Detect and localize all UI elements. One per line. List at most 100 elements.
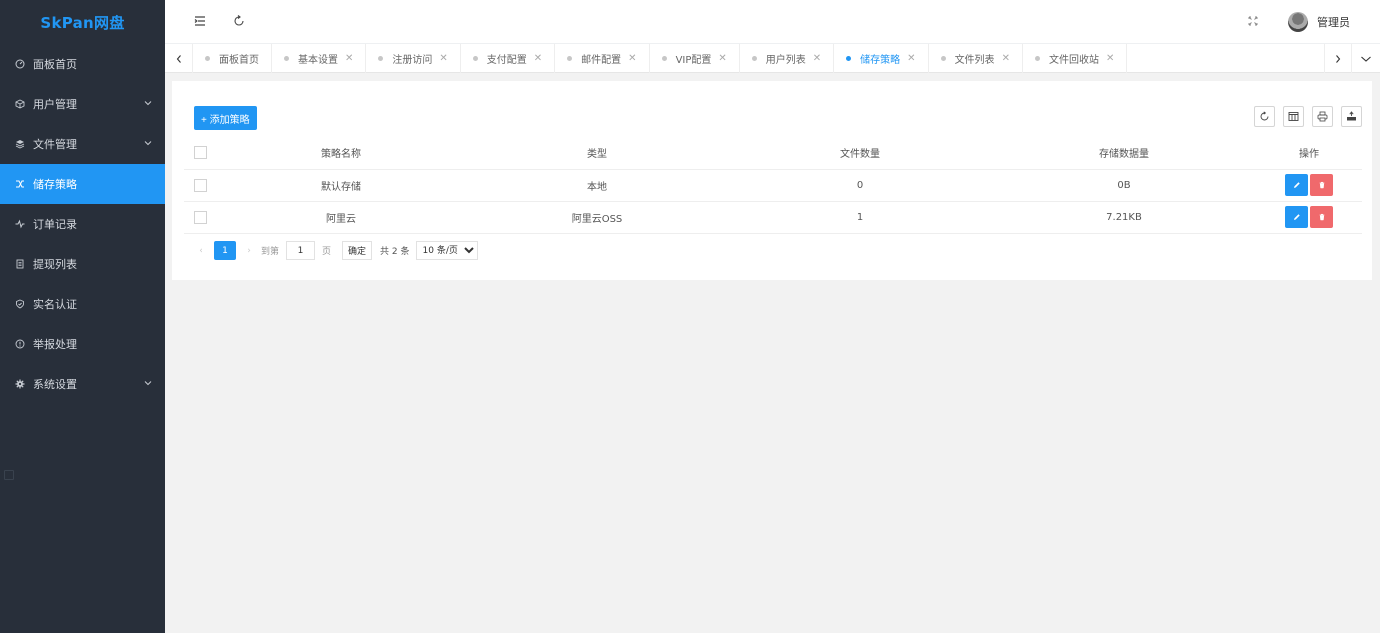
- current-page-button[interactable]: 1: [214, 241, 236, 260]
- tab-dashboard[interactable]: 面板首页: [193, 44, 272, 73]
- tabs-scroll-left-button[interactable]: [165, 44, 193, 73]
- tabs-scroll-right-button[interactable]: [1324, 44, 1352, 73]
- shield-check-icon: [15, 299, 25, 309]
- sidebar-item-label: 用户管理: [33, 98, 77, 111]
- close-icon[interactable]: ✕: [813, 53, 821, 64]
- tab-storage-policy[interactable]: 储存策略 ✕: [834, 44, 929, 73]
- storage-size: 0B: [992, 169, 1256, 202]
- tab-label: 支付配置: [486, 55, 527, 66]
- table-row[interactable]: 阿里云 阿里云OSS 1 7.21KB: [184, 201, 1362, 234]
- tabs-menu-button[interactable]: [1352, 44, 1380, 73]
- menu-collapse-icon[interactable]: [193, 14, 207, 28]
- tab-dot: [846, 56, 852, 61]
- sidebar-item-label: 文件管理: [33, 138, 77, 151]
- document-icon: [15, 259, 25, 269]
- tab-register-access[interactable]: 注册访问 ✕: [366, 44, 461, 73]
- tab-dot: [567, 56, 573, 61]
- print-button[interactable]: [1312, 106, 1333, 127]
- columns-button[interactable]: [1283, 106, 1304, 127]
- columns-icon: [1288, 112, 1299, 121]
- row-checkbox[interactable]: [193, 210, 207, 224]
- close-icon[interactable]: ✕: [628, 53, 636, 64]
- row-checkbox[interactable]: [193, 178, 207, 192]
- sidebar-item-orders[interactable]: 订单记录: [0, 204, 165, 244]
- sidebar-item-reports[interactable]: 举报处理: [0, 324, 165, 364]
- tab-list: 面板首页 基本设置 ✕ 注册访问 ✕ 支付配置 ✕ 邮件配置 ✕ VIP配置 ✕ 用户列表…: [193, 44, 1128, 73]
- sidebar-item-settings[interactable]: 系统设置: [0, 364, 165, 404]
- user-menu[interactable]: 管理员: [1288, 11, 1350, 33]
- close-icon[interactable]: ✕: [1106, 53, 1114, 64]
- pencil-icon: [1293, 182, 1300, 188]
- tab-payment-config[interactable]: 支付配置 ✕: [461, 44, 556, 73]
- refresh-icon: [1260, 111, 1269, 121]
- app-logo[interactable]: SkPan网盘: [0, 0, 165, 44]
- tab-recycle-bin[interactable]: 文件回收站 ✕: [1023, 44, 1128, 73]
- row-actions: [1256, 169, 1362, 202]
- goto-page-input[interactable]: [286, 241, 316, 260]
- tab-label: 邮件配置: [581, 55, 622, 66]
- chevron-down-icon: [143, 138, 153, 148]
- storage-policy-panel: + 添加策略 策略名称 类型 文件数量 存储数据量 操作 默认存储 本地 0 0…: [172, 81, 1372, 280]
- tab-dot: [940, 56, 946, 61]
- column-header: 文件数量: [728, 137, 992, 170]
- activity-icon: [15, 219, 25, 229]
- header-checkbox-cell: [184, 137, 216, 170]
- add-policy-button[interactable]: + 添加策略: [194, 106, 257, 130]
- edit-button[interactable]: [1285, 174, 1308, 196]
- tab-label: 储存策略: [860, 55, 901, 66]
- edit-button[interactable]: [1285, 206, 1308, 228]
- trash-icon: [1319, 181, 1324, 189]
- close-icon[interactable]: ✕: [534, 53, 542, 64]
- refresh-icon[interactable]: [232, 14, 246, 28]
- tab-basic-settings[interactable]: 基本设置 ✕: [272, 44, 367, 73]
- file-count: 0: [728, 169, 992, 202]
- sidebar-item-dashboard[interactable]: 面板首页: [0, 44, 165, 84]
- cube-icon: [15, 99, 25, 109]
- table-toolbar: [1246, 106, 1362, 127]
- table-header-row: 策略名称 类型 文件数量 存储数据量 操作: [184, 137, 1362, 170]
- goto-confirm-button[interactable]: 确定: [342, 241, 373, 260]
- page-size-select[interactable]: 10 条/页: [415, 241, 478, 260]
- tab-dot: [751, 56, 757, 61]
- fullscreen-icon[interactable]: [1246, 14, 1260, 28]
- tab-mail-config[interactable]: 邮件配置 ✕: [555, 44, 650, 73]
- export-icon: [1347, 111, 1356, 121]
- storage-size: 7.21KB: [992, 201, 1256, 234]
- sidebar-item-label: 订单记录: [33, 218, 77, 231]
- close-icon[interactable]: ✕: [345, 53, 353, 64]
- delete-button[interactable]: [1310, 206, 1333, 228]
- sidebar-item-label: 举报处理: [33, 338, 77, 351]
- print-icon: [1317, 111, 1328, 122]
- tab-dot: [661, 56, 667, 61]
- tab-dot: [284, 56, 289, 61]
- close-icon[interactable]: ✕: [1002, 53, 1010, 64]
- sidebar-item-withdrawals[interactable]: 提现列表: [0, 244, 165, 284]
- close-icon[interactable]: ✕: [439, 53, 447, 64]
- sidebar-item-files[interactable]: 文件管理: [0, 124, 165, 164]
- sidebar-item-users[interactable]: 用户管理: [0, 84, 165, 124]
- next-page-icon[interactable]: ›: [242, 246, 256, 256]
- tab-label: 用户列表: [765, 55, 806, 66]
- delete-button[interactable]: [1310, 174, 1333, 196]
- sidebar-marker: [4, 470, 14, 480]
- refresh-button[interactable]: [1254, 106, 1275, 127]
- chevron-down-icon: [143, 98, 153, 108]
- close-icon[interactable]: ✕: [907, 53, 915, 64]
- row-actions: [1256, 201, 1362, 234]
- sidebar-item-label: 储存策略: [33, 178, 77, 191]
- tab-file-list[interactable]: 文件列表 ✕: [929, 44, 1023, 73]
- total-count: 共 2 条: [380, 247, 410, 257]
- tab-user-list[interactable]: 用户列表 ✕: [740, 44, 835, 73]
- row-checkbox-cell: [184, 201, 216, 234]
- prev-page-icon[interactable]: ‹: [194, 246, 208, 256]
- select-all-checkbox[interactable]: [193, 146, 207, 160]
- close-icon[interactable]: ✕: [718, 53, 726, 64]
- table-row[interactable]: 默认存储 本地 0 0B: [184, 169, 1362, 202]
- sidebar-item-storage-policy[interactable]: 储存策略: [0, 164, 165, 204]
- column-header: 类型: [466, 137, 728, 170]
- tab-label: 面板首页: [219, 55, 259, 66]
- tab-vip-config[interactable]: VIP配置 ✕: [650, 44, 740, 73]
- export-button[interactable]: [1341, 106, 1362, 127]
- goto-label: 到第: [261, 247, 280, 257]
- sidebar-item-verification[interactable]: 实名认证: [0, 284, 165, 324]
